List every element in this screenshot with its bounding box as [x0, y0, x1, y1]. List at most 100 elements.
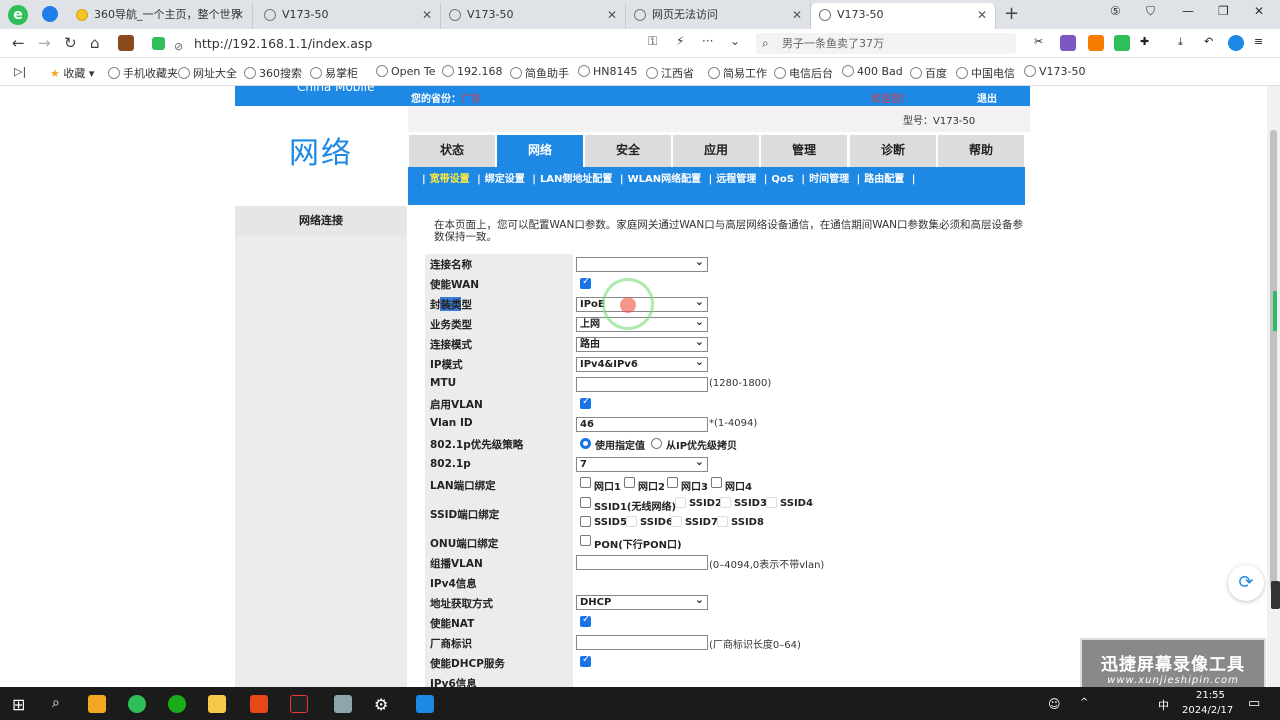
conn-name-select[interactable] [576, 255, 708, 272]
enable-wan-checkbox[interactable] [580, 276, 591, 289]
wps-icon[interactable] [250, 695, 268, 713]
wechat-icon[interactable] [168, 695, 186, 713]
search-icon[interactable]: ⌕ [52, 695, 70, 713]
bookmark-url-hub[interactable]: 网址大全 [178, 65, 237, 81]
vlan-id-input[interactable]: 46 [576, 417, 708, 432]
chevron-down-icon[interactable]: ⌄ [730, 34, 740, 48]
tab-help[interactable]: 帮助 [938, 135, 1024, 167]
bookmark-v173[interactable]: V173-50 [1024, 65, 1086, 78]
notification-icon[interactable]: ▭ [1248, 696, 1260, 711]
subtab-lan-address[interactable]: LAN侧地址配置 [540, 174, 612, 185]
tab-application[interactable]: 应用 [673, 135, 759, 167]
ip-mode-select[interactable]: IPv4&IPv6 [576, 355, 708, 372]
bookmark-baidu[interactable]: 百度 [910, 65, 947, 81]
close-icon[interactable]: ✕ [607, 3, 617, 27]
browser-logo-icon[interactable]: e [8, 5, 28, 25]
scrollbar-thumb[interactable] [1270, 130, 1277, 590]
ssid6-checkbox[interactable] [626, 516, 637, 527]
search-input[interactable]: ⌕ 男子一条鱼卖了37万 [756, 33, 1016, 54]
tab-v173-active[interactable]: V173-50 ✕ [811, 3, 996, 29]
extension-orange-icon[interactable] [1088, 35, 1104, 51]
tab-network[interactable]: 网络 [497, 135, 583, 167]
mtu-input[interactable] [576, 377, 708, 392]
bookmark-jianyu[interactable]: 简鱼助手 [510, 65, 569, 81]
telnet-icon[interactable] [290, 695, 308, 713]
subtab-qos[interactable]: QoS [771, 174, 794, 185]
lightning-icon[interactable]: ⚡ [676, 34, 684, 48]
address-field[interactable]: ⊘ http://192.168.1.1/index.asp [148, 33, 748, 54]
enable-dhcp-checkbox[interactable] [580, 654, 591, 667]
home-icon[interactable]: ⌂ [90, 34, 100, 52]
vendor-id-input[interactable] [576, 635, 708, 650]
lan3-checkbox[interactable] [667, 477, 678, 488]
bookmark-yizhanggui[interactable]: 易掌柜 [310, 65, 358, 81]
tab-status[interactable]: 状态 [409, 135, 495, 167]
clock-time[interactable]: 21:55 [1196, 690, 1225, 701]
menu-icon[interactable]: ≡ [1254, 35, 1270, 51]
undo-icon[interactable]: ↶ [1204, 35, 1220, 51]
bookmark-china-telecom[interactable]: 中国电信 [956, 65, 1015, 81]
close-icon[interactable]: ✕ [422, 3, 432, 27]
tray-chevron-icon[interactable]: ^ [1080, 697, 1088, 708]
floating-assistant-icon[interactable]: ⟳ [1228, 565, 1264, 601]
ssid2-checkbox[interactable] [675, 497, 686, 508]
wallet-icon[interactable] [118, 35, 134, 51]
more-icon[interactable]: ··· [702, 34, 713, 48]
download-icon[interactable]: ⤓ [1178, 35, 1194, 51]
sync-icon[interactable] [1228, 35, 1244, 51]
ssid7-checkbox[interactable] [671, 516, 682, 527]
window-close-icon[interactable]: ✕ [1254, 4, 1264, 18]
enable-nat-checkbox[interactable] [580, 614, 591, 627]
clock-date[interactable]: 2024/2/17 [1182, 705, 1233, 716]
subtab-route[interactable]: 路由配置 [864, 174, 904, 185]
lan4-checkbox[interactable] [711, 477, 722, 488]
close-icon[interactable]: ✕ [792, 3, 802, 27]
extension-purple-icon[interactable] [1060, 35, 1076, 51]
ssid4-checkbox[interactable] [766, 497, 777, 508]
people-icon[interactable]: ☺ [1048, 697, 1061, 711]
prio-specified-radio[interactable] [580, 438, 591, 449]
ssid3-checkbox[interactable] [720, 497, 731, 508]
lan2-checkbox[interactable] [624, 477, 635, 488]
prio-copy-radio[interactable] [651, 438, 662, 449]
ssid1-checkbox[interactable] [580, 497, 591, 508]
reload-icon[interactable]: ↻ [64, 34, 77, 52]
mcast-vlan-input[interactable] [576, 555, 708, 570]
bookmark-mobile[interactable]: 手机收藏夹 [108, 65, 178, 81]
tab-v173-1[interactable]: V173-50 ✕ [256, 3, 441, 29]
shirt-icon[interactable]: ⛉ [1146, 4, 1155, 19]
tab-diagnosis[interactable]: 诊断 [850, 135, 936, 167]
conn-mode-select[interactable]: 路由 [576, 335, 708, 352]
bookmark-hn8145[interactable]: HN8145 [578, 65, 638, 78]
tab-page-unreachable[interactable]: 网页无法访问 ✕ [626, 3, 811, 29]
scissors-icon[interactable]: ✂ [1034, 35, 1050, 51]
tab-management[interactable]: 管理 [761, 135, 847, 167]
key-icon[interactable]: ⚿ [648, 34, 657, 49]
scroll-handle[interactable] [1271, 581, 1280, 609]
bookmark-jiangxi[interactable]: 江西省 [646, 65, 694, 81]
remote-desktop-icon[interactable] [416, 695, 434, 713]
subtab-time[interactable]: 时间管理 [809, 174, 849, 185]
browser-taskbar-icon[interactable] [128, 695, 146, 713]
bookmark-400-bad[interactable]: 400 Bad [842, 65, 903, 78]
extension-green-icon[interactable] [1114, 35, 1130, 51]
tab-security[interactable]: 安全 [585, 135, 671, 167]
bookmark-telecom-admin[interactable]: 电信后台 [774, 65, 833, 81]
settings-gear-icon[interactable]: ⚙ [374, 695, 392, 714]
bookmark-192[interactable]: 192.168 [442, 65, 503, 78]
tab-count-icon[interactable]: ⑤ [1110, 4, 1121, 18]
tab-360-nav[interactable]: 360导航_一个主页，整个世界 ✕ [68, 3, 253, 29]
p8021-select[interactable]: 7 [576, 455, 708, 472]
lan1-checkbox[interactable] [580, 477, 591, 488]
restore-icon[interactable]: ❐ [1218, 4, 1229, 18]
bookmark-jianyi[interactable]: 简易工作 [708, 65, 767, 81]
minimize-icon[interactable]: — [1182, 4, 1194, 18]
subtab-binding[interactable]: 绑定设置 [485, 174, 525, 185]
close-icon[interactable]: ✕ [977, 3, 987, 27]
subtab-wlan[interactable]: WLAN网络配置 [628, 174, 702, 185]
bookmark-open[interactable]: Open Te [376, 65, 436, 78]
close-icon[interactable]: ✕ [234, 3, 244, 27]
ime-indicator[interactable]: 中 [1158, 697, 1169, 713]
app-star-icon[interactable] [88, 695, 106, 713]
new-tab-button[interactable]: + [1004, 3, 1019, 24]
